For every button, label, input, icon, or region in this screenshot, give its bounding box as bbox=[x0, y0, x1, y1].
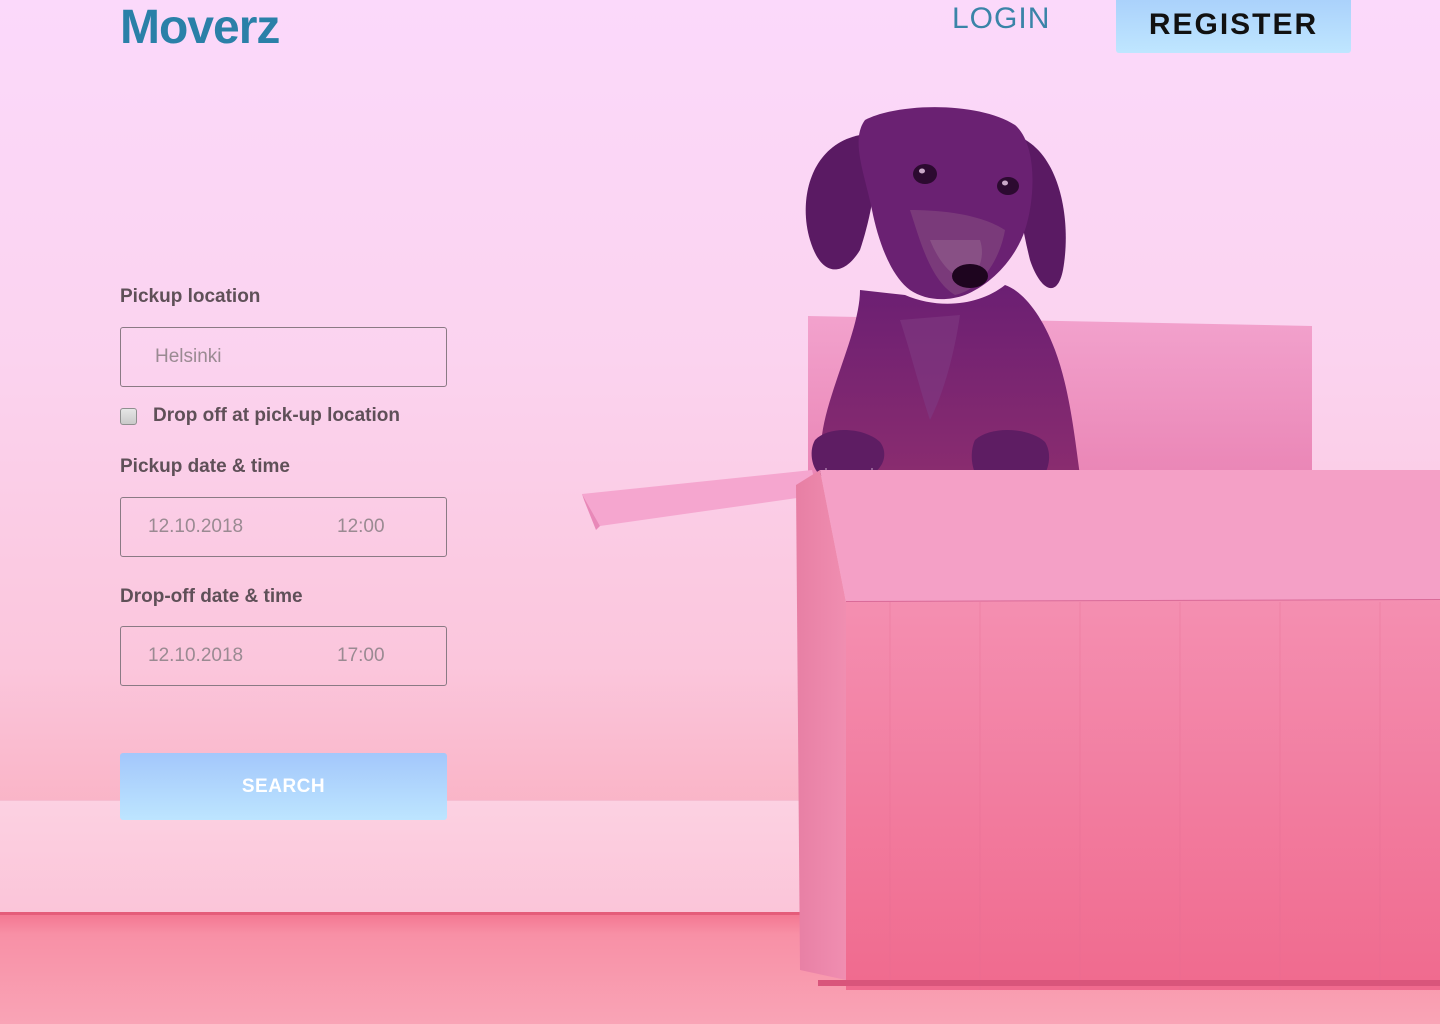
pickup-location-input[interactable]: Helsinki bbox=[120, 327, 447, 387]
login-link[interactable]: LOGIN bbox=[952, 2, 1050, 36]
pickup-time-value[interactable]: 12:00 bbox=[337, 516, 385, 538]
dropoff-date-value[interactable]: 12.10.2018 bbox=[148, 645, 243, 667]
pickup-datetime-input[interactable]: 12.10.2018 12:00 bbox=[120, 497, 447, 557]
pickup-datetime-label: Pickup date & time bbox=[120, 456, 290, 477]
brand-logo[interactable]: Moverz bbox=[120, 0, 280, 55]
dropoff-time-value[interactable]: 17:00 bbox=[337, 645, 385, 667]
dropoff-datetime-label: Drop-off date & time bbox=[120, 586, 303, 607]
pickup-location-label: Pickup location bbox=[120, 286, 261, 307]
pickup-location-value: Helsinki bbox=[155, 346, 222, 367]
register-button[interactable]: REGISTER bbox=[1116, 0, 1351, 53]
dog-in-box-image bbox=[582, 107, 1440, 990]
search-button[interactable]: SEARCH bbox=[120, 753, 447, 820]
pickup-date-value[interactable]: 12.10.2018 bbox=[148, 516, 243, 538]
landing-page: Moverz LOGIN REGISTER Pickup location He… bbox=[0, 0, 1440, 1024]
dropoff-same-label[interactable]: Drop off at pick-up location bbox=[153, 405, 400, 427]
dropoff-datetime-input[interactable]: 12.10.2018 17:00 bbox=[120, 626, 447, 686]
dropoff-same-checkbox[interactable] bbox=[120, 408, 137, 425]
